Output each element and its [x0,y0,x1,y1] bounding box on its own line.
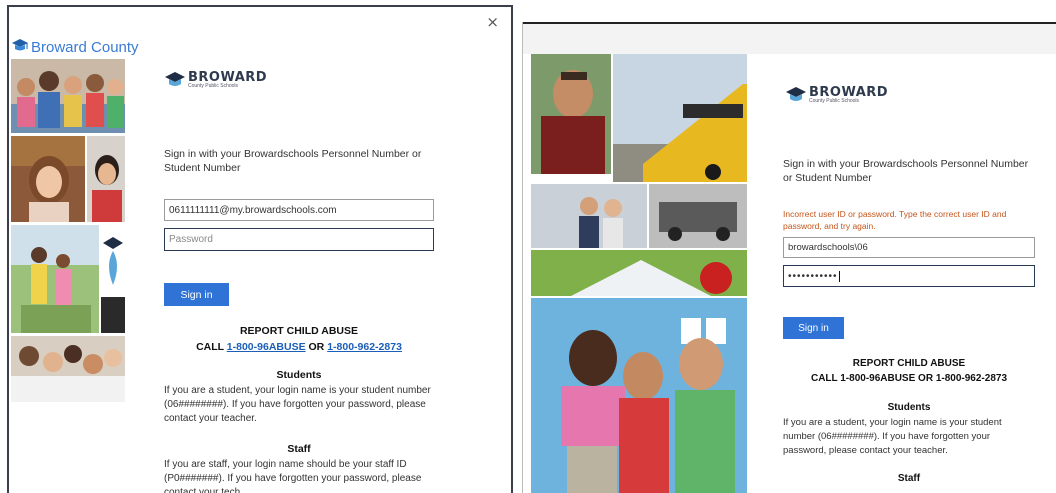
username-input[interactable]: 0611111111@my.browardschools.com [164,199,434,221]
staff-heading: Staff [897,473,921,484]
students-text: If you are a student, your login name is… [783,417,1002,456]
boy-portrait-photo [531,54,611,174]
error-message: Incorrect user ID or password. Type the … [783,209,1007,231]
call-prefix: CALL [196,341,227,353]
photo-collage [11,59,125,402]
apple-books-photo [531,250,747,296]
password-dots: ••••••••••• [788,270,838,282]
broward-logo: BROWARD County Public Schools [785,84,888,106]
left-signin-window: × Broward County BROWARD County Public S… [7,5,513,493]
kids-classroom-photo [531,184,647,248]
abuse-phone-link-2[interactable]: 1-800-962-2873 [327,341,402,353]
group-students-photo [11,336,125,402]
report-abuse-call: CALL 1-800-96ABUSE OR 1-800-962-2873 [810,373,1007,384]
girl-library-photo [11,136,85,222]
sign-in-button[interactable]: Sign in [164,283,229,306]
sign-in-prompt: Sign in with your Browardschools Personn… [783,158,1029,184]
close-icon[interactable]: × [486,13,499,31]
text-caret [838,270,840,282]
students-heading: Students [887,402,931,413]
three-kids-photo [531,298,747,493]
student-photo-2 [87,136,125,222]
staff-text: If you are staff, your login name should… [164,459,422,493]
vintage-bus-photo [649,184,747,248]
report-abuse-heading: REPORT CHILD ABUSE [239,325,359,337]
dark-photo-tile [101,297,125,333]
staff-heading: Staff [287,443,311,455]
girls-playground-photo [11,225,99,333]
sign-in-button[interactable]: Sign in [783,317,844,339]
screenshot-root: × Broward County BROWARD County Public S… [0,0,1056,493]
sign-in-prompt: Sign in with your Browardschools Personn… [164,148,422,174]
graduation-cap-icon [12,39,28,51]
graduation-cap-icon [165,72,185,86]
brand-text: Broward County [31,39,139,56]
students-text: If you are a student, your login name is… [164,385,431,424]
students-heading: Students [276,369,322,381]
broward-logo: BROWARD County Public Schools [164,69,267,91]
call-or: OR [305,341,328,353]
password-input[interactable]: Password [164,228,434,251]
graduation-cap-icon [786,87,806,101]
right-signin-window: BROWARD County Public Schools Sign in wi… [522,22,1056,493]
school-bus-photo [613,54,747,182]
photo-collage [531,54,747,493]
username-input[interactable]: browardschools\06 [783,237,1035,258]
window-title-bar [523,22,1056,54]
abuse-phone-link-1[interactable]: 1-800-96ABUSE [227,341,306,353]
students-photo [11,59,125,133]
password-input[interactable]: ••••••••••• [783,265,1035,287]
logo-tile [101,225,125,295]
report-abuse-call: CALL 1-800-96ABUSE OR 1-800-962-2873 [164,341,434,353]
report-abuse-heading: REPORT CHILD ABUSE [852,358,966,369]
